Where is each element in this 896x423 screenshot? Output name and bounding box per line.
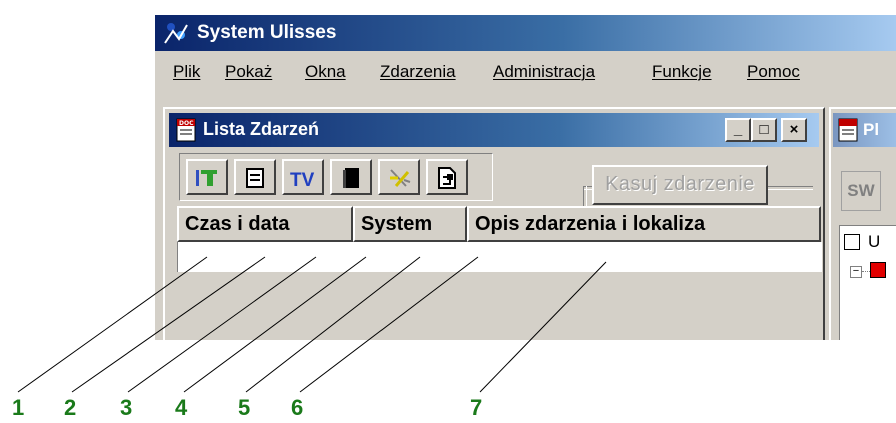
callout-line-3 <box>127 256 317 393</box>
callout-lines <box>17 256 607 393</box>
callout-line-2 <box>71 256 266 393</box>
callout-line-7 <box>479 261 607 393</box>
callout-line-5 <box>245 256 421 393</box>
callout-number-4: 4 <box>175 395 188 420</box>
callout-number-3: 3 <box>120 395 133 420</box>
callout-line-4 <box>183 256 367 393</box>
callout-number-1: 1 <box>12 395 25 420</box>
callout-line-1 <box>17 256 208 393</box>
callout-number-2: 2 <box>64 395 77 420</box>
callout-number-5: 5 <box>238 395 251 420</box>
callout-number-7: 7 <box>470 395 483 420</box>
callout-number-6: 6 <box>291 395 304 420</box>
callout-line-6 <box>299 256 479 393</box>
